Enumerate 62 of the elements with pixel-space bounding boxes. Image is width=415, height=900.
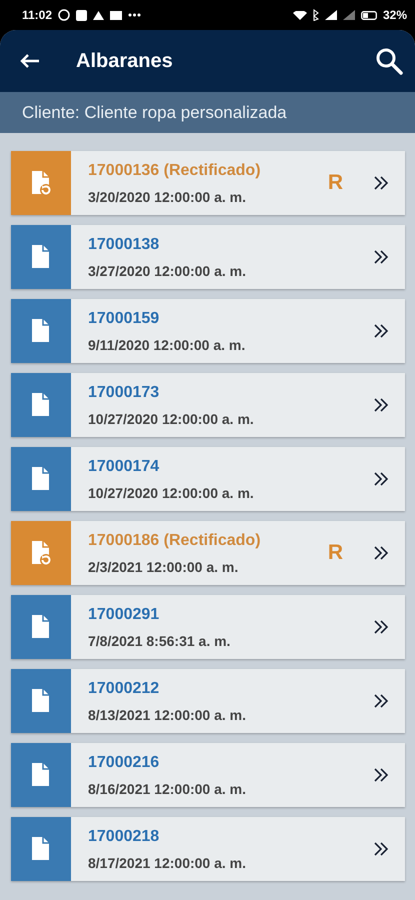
note-number: 17000159	[88, 310, 160, 328]
document-icon	[30, 836, 52, 862]
document-icon	[30, 614, 52, 640]
note-date: 3/20/2020 12:00:00 a. m.	[88, 188, 248, 204]
document-refresh-icon	[30, 170, 52, 196]
document-icon	[30, 392, 52, 418]
note-date: 9/11/2020 12:00:00 a. m.	[88, 336, 246, 352]
note-number: 17000173	[88, 384, 160, 402]
note-number: 17000186 (Rectificado)	[88, 532, 262, 550]
delivery-note-row[interactable]: 17000136 (Rectificado) 3/20/2020 12:00:00 a. m. R	[11, 151, 405, 215]
document-icon	[30, 762, 52, 788]
note-date: 2/3/2021 12:00:00 a. m.	[88, 558, 240, 574]
double-chevron-icon	[373, 397, 389, 413]
note-number: 17000174	[88, 458, 160, 476]
delivery-note-row[interactable]: 17000174 10/27/2020 12:00:00 a. m.	[11, 447, 405, 511]
note-date: 8/17/2021 12:00:00 a. m.	[88, 854, 248, 870]
note-date: 10/27/2020 12:00:00 a. m.	[88, 484, 255, 500]
document-icon	[30, 466, 52, 492]
note-number: 17000218	[88, 828, 160, 846]
rectified-letter: R	[328, 171, 343, 195]
screen-title: Albaranes	[76, 50, 174, 72]
signal-icon	[324, 10, 337, 20]
document-refresh-icon	[30, 540, 52, 566]
note-date: 10/27/2020 12:00:00 a. m.	[88, 410, 255, 426]
double-chevron-icon	[373, 619, 389, 635]
note-date: 3/27/2020 12:00:00 a. m.	[88, 262, 248, 278]
battery-icon	[360, 10, 377, 20]
delivery-note-row[interactable]: 17000212 8/13/2021 12:00:00 a. m.	[11, 669, 405, 733]
double-chevron-icon	[373, 471, 389, 487]
note-number: 17000212	[88, 680, 160, 698]
signal-icon	[342, 10, 355, 20]
more-icon	[128, 13, 142, 17]
bluetooth-icon	[312, 9, 319, 21]
double-chevron-icon	[373, 249, 389, 265]
delivery-note-row[interactable]: 17000218 8/17/2021 12:00:00 a. m.	[11, 817, 405, 881]
delivery-note-row[interactable]: 17000216 8/16/2021 12:00:00 a. m.	[11, 743, 405, 807]
double-chevron-icon	[373, 545, 389, 561]
note-number: 17000291	[88, 606, 160, 624]
delivery-note-row[interactable]: 17000159 9/11/2020 12:00:00 a. m.	[11, 299, 405, 363]
note-date: 8/13/2021 12:00:00 a. m.	[88, 706, 248, 722]
wifi-icon	[292, 10, 307, 20]
rectified-letter: R	[328, 541, 343, 565]
note-number: 17000216	[88, 754, 160, 772]
double-chevron-icon	[373, 693, 389, 709]
double-chevron-icon	[373, 767, 389, 783]
note-number: 17000136 (Rectificado)	[88, 162, 262, 180]
note-date: 7/8/2021 8:56:31 a. m.	[88, 632, 232, 648]
delivery-note-row[interactable]: 17000138 3/27/2020 12:00:00 a. m.	[11, 225, 405, 289]
delivery-note-row[interactable]: 17000291 7/8/2021 8:56:31 a. m.	[11, 595, 405, 659]
document-icon	[30, 318, 52, 344]
note-date: 8/16/2021 12:00:00 a. m.	[88, 780, 248, 796]
note-number: 17000138	[88, 236, 160, 254]
document-icon	[30, 244, 52, 270]
double-chevron-icon	[373, 175, 389, 191]
battery-percent: 32%	[382, 8, 407, 22]
delivery-note-row[interactable]: 17000173 10/27/2020 12:00:00 a. m.	[11, 373, 405, 437]
status-time: 11:02	[22, 8, 52, 22]
client-label: Cliente: Cliente ropa personalizada	[22, 102, 287, 122]
document-icon	[30, 688, 52, 714]
double-chevron-icon	[373, 323, 389, 339]
double-chevron-icon	[373, 841, 389, 857]
delivery-note-row[interactable]: 17000186 (Rectificado) 2/3/2021 12:00:00 a. m. R	[11, 521, 405, 585]
